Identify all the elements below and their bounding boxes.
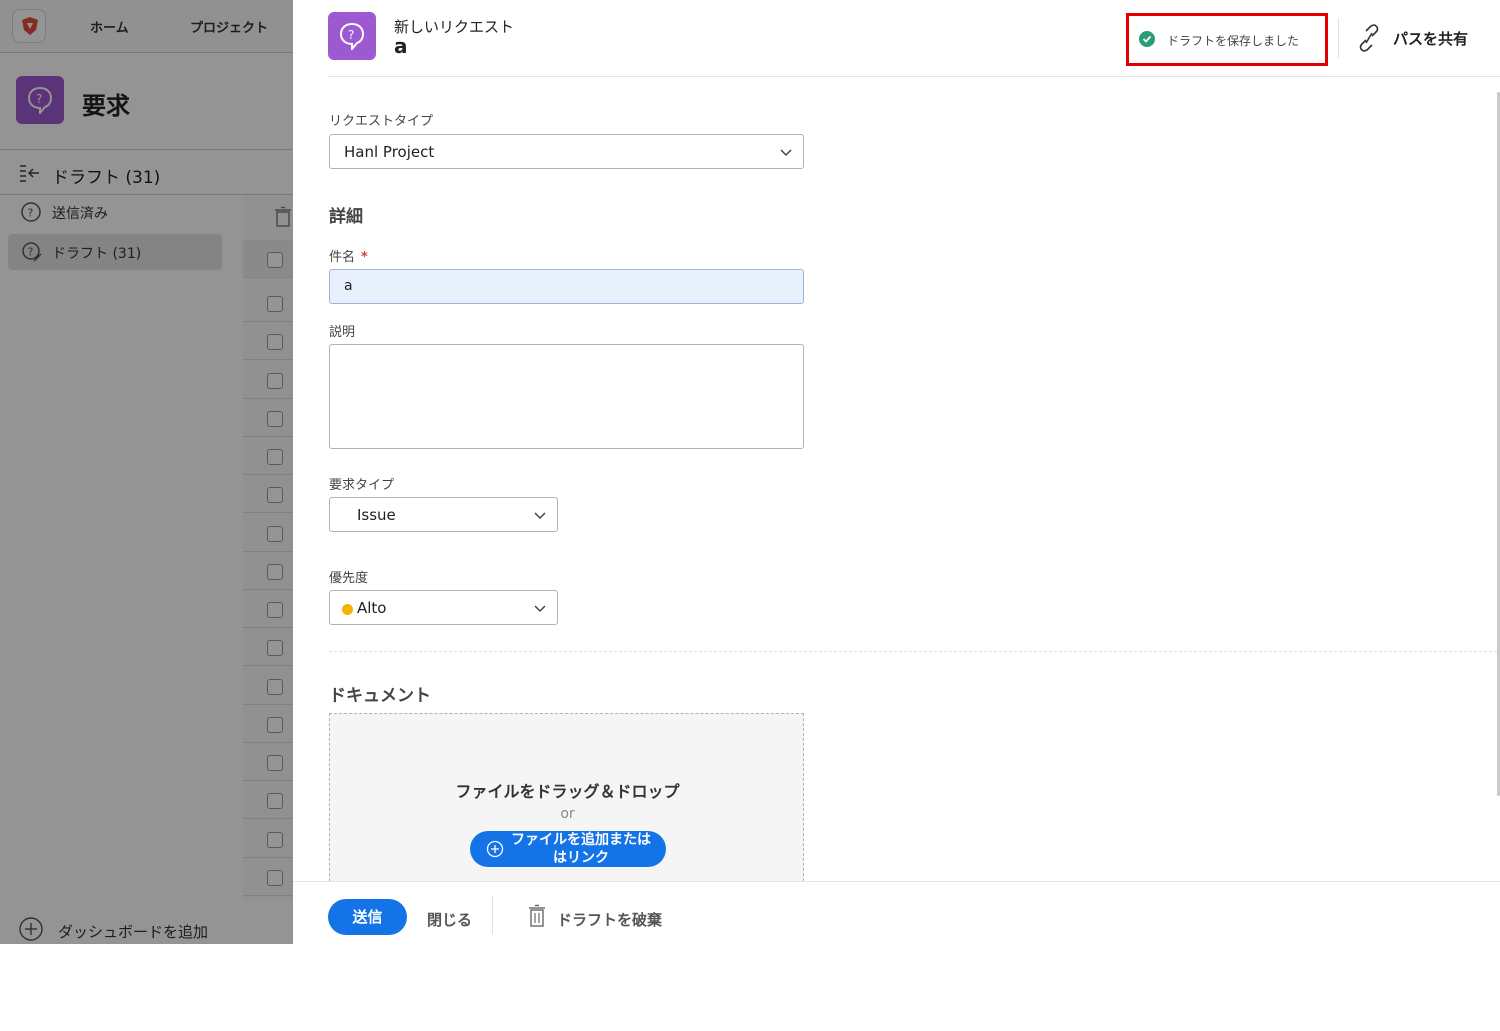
section-divider xyxy=(329,651,1497,652)
svg-text:?: ? xyxy=(348,28,354,42)
add-file-label: ファイルを追加または はリンク xyxy=(511,832,651,866)
request-kind-value: Issue xyxy=(357,506,396,524)
dropzone-or: or xyxy=(560,806,575,822)
documents-section-title: ドキュメント xyxy=(329,686,431,706)
priority-label: 優先度 xyxy=(329,571,369,586)
new-request-panel: ? 新しいリクエスト a ドラフトを保存しました パスを共有 リクエストタイプ … xyxy=(293,0,1500,944)
request-form: リクエストタイプ Hanl Project 詳細 件名 * a 説明 要求タイプ … xyxy=(329,78,1497,881)
share-path-button[interactable]: パスを共有 xyxy=(1357,24,1468,52)
send-button[interactable]: 送信 xyxy=(328,899,407,935)
request-type-label: リクエストタイプ xyxy=(329,114,434,129)
add-circle-icon xyxy=(486,840,504,858)
request-type-select[interactable]: Hanl Project xyxy=(329,134,804,169)
close-button[interactable]: 閉じる xyxy=(427,909,472,930)
header-divider xyxy=(1338,18,1339,58)
request-type-value: Hanl Project xyxy=(344,143,435,161)
panel-header: ? 新しいリクエスト a ドラフトを保存しました パスを共有 xyxy=(328,0,1500,77)
request-icon: ? xyxy=(328,12,376,60)
details-section-title: 詳細 xyxy=(329,207,363,227)
chevron-down-icon xyxy=(534,512,546,520)
subject-label: 件名 * xyxy=(329,246,368,265)
draft-saved-status: ドラフトを保存しました xyxy=(1126,13,1328,66)
background-app: ホーム プロジェクト ? 要求 ドラフト (31) ? 送信済み ? ドラフト … xyxy=(0,0,293,944)
file-dropzone[interactable]: ファイルをドラッグ＆ドロップ or ファイルを追加または はリンク xyxy=(329,713,804,881)
subject-value: a xyxy=(344,278,353,294)
discard-draft-button[interactable]: ドラフトを破棄 xyxy=(527,904,687,930)
subject-label-text: 件名 xyxy=(329,250,356,265)
panel-footer: 送信 閉じる ドラフトを破棄 xyxy=(293,881,1500,944)
description-textarea[interactable] xyxy=(329,344,804,449)
request-kind-label: 要求タイプ xyxy=(329,478,395,493)
footer-divider xyxy=(492,896,493,934)
draft-saved-text: ドラフトを保存しました xyxy=(1167,34,1300,48)
question-bubble-icon: ? xyxy=(339,22,365,50)
add-file-or-link-button[interactable]: ファイルを追加または はリンク xyxy=(470,831,666,867)
share-path-label: パスを共有 xyxy=(1393,30,1469,48)
check-circle-icon xyxy=(1139,31,1155,47)
priority-color-dot xyxy=(342,604,353,615)
trash-icon xyxy=(529,904,545,927)
required-marker: * xyxy=(361,250,368,265)
panel-subtitle: 新しいリクエスト xyxy=(394,18,515,36)
request-kind-select[interactable]: Issue xyxy=(329,497,558,532)
discard-draft-label: ドラフトを破棄 xyxy=(557,911,663,929)
subject-input[interactable]: a xyxy=(329,269,804,304)
panel-title: a xyxy=(394,34,408,58)
description-label: 説明 xyxy=(329,325,356,340)
chevron-down-icon xyxy=(534,605,546,613)
dropzone-text: ファイルをドラッグ＆ドロップ xyxy=(455,782,680,801)
priority-select[interactable]: Alto xyxy=(329,590,558,625)
chevron-down-icon xyxy=(780,149,792,157)
modal-overlay[interactable] xyxy=(0,0,293,944)
priority-value: Alto xyxy=(357,599,387,617)
page: ホーム プロジェクト ? 要求 ドラフト (31) ? 送信済み ? ドラフト … xyxy=(0,0,1500,1031)
link-icon xyxy=(1359,24,1379,52)
